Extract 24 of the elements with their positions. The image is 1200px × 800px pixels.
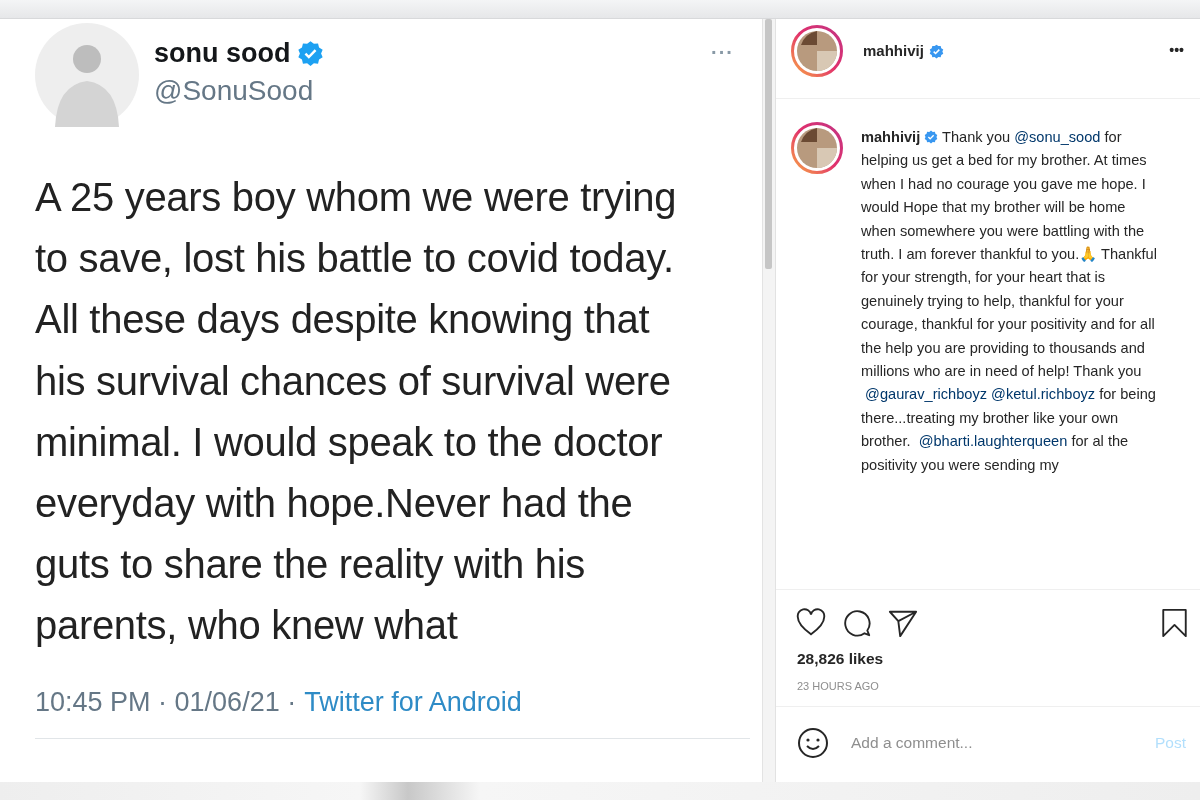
username-link[interactable]: mahhivij [861, 129, 921, 145]
comment-field[interactable]: Add a comment... [849, 733, 1135, 753]
scrollbar[interactable] [765, 19, 772, 269]
send-icon[interactable] [888, 608, 918, 638]
username[interactable]: @SonuSood [154, 75, 324, 107]
post-time: 23 HOURS AGO [797, 680, 879, 692]
display-name[interactable]: sonu sood [154, 38, 291, 69]
bookmark-icon[interactable] [1161, 608, 1188, 638]
more-button[interactable]: ••• [1169, 42, 1184, 58]
username[interactable]: mahhivij [863, 42, 924, 59]
tweet-timestamp: 10:45 PM · 01/06/21 · [35, 686, 297, 718]
mention-link[interactable]: @ketul.richboyz [991, 386, 1096, 403]
avatar[interactable] [791, 122, 843, 174]
mention-link[interactable]: @sonu_sood [1014, 129, 1101, 145]
source-link[interactable]: Twitter for Android [304, 686, 522, 718]
heart-icon[interactable] [796, 608, 826, 638]
comment-icon[interactable] [842, 608, 872, 638]
mention-link[interactable]: @bharti.laughterqueen [918, 433, 1068, 450]
avatar[interactable] [791, 25, 843, 77]
emoji-icon[interactable] [797, 727, 829, 759]
tweet-text: A 25 years boy whom we were trying to save, lost his battle to covid today. All these days despite knowing that his survival chances of survival were minimal. I would speak to the doctor everyday with hope.Never had the guts to share the reality with his parents, who knew what [35, 174, 678, 650]
caption-text: mahhivij Thank you @sonu_sood for helping us get a bed for my brother. At times when I had no courage you gave me hope. I would Hope that my brother will be home when somewhere you were battling with the truth. I am forever thankful to you.🙏 Thankful for your strength, for your heart that is genuinely trying to help, thankful for your courage, thankful for your positivity and for all the help you are providing to thousands and millions who are in need of help! Thank you @gaurav_richboyz @ketul.richboyz for being there...treating my brother like your own brother. @bharti.laughterqueen for al the positivity you were sending my [861, 128, 1158, 475]
like-count[interactable]: 28,826 likes [797, 650, 884, 668]
mention-link[interactable]: @gaurav_richboyz [865, 386, 987, 403]
